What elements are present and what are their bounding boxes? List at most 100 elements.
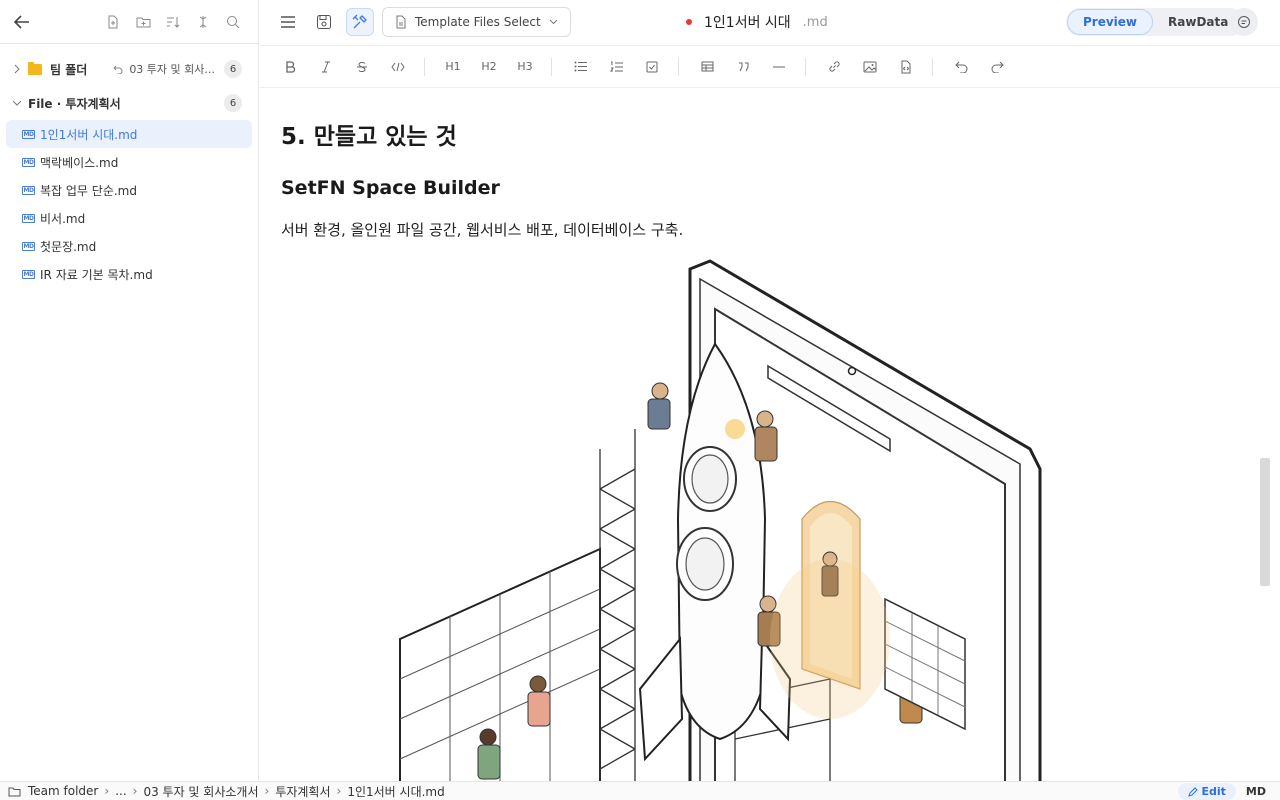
heading-2: SetFN Space Builder bbox=[281, 177, 500, 199]
rocket-illustration-image bbox=[399, 259, 1042, 781]
markdown-file-icon: MD bbox=[22, 241, 35, 251]
folder-outline-icon bbox=[8, 787, 21, 796]
format-toolbar: H1 H2 H3 bbox=[260, 45, 1280, 88]
template-select[interactable]: Template Files Select bbox=[382, 7, 571, 37]
link-button[interactable] bbox=[826, 59, 842, 75]
breadcrumb-item[interactable]: 투자계획서 bbox=[275, 783, 330, 800]
file-item[interactable]: MD 복잡 업무 단순.md bbox=[6, 176, 252, 204]
horizontal-rule-icon bbox=[773, 66, 785, 67]
menu-button[interactable] bbox=[274, 8, 302, 36]
breadcrumb-item[interactable]: Team folder bbox=[28, 784, 98, 798]
document-name: 1인1서버 시대 bbox=[704, 15, 791, 31]
sidebar-header bbox=[0, 0, 258, 44]
heading2-button[interactable]: H2 bbox=[481, 59, 497, 75]
new-folder-button[interactable] bbox=[134, 13, 152, 31]
italic-icon bbox=[322, 61, 330, 72]
horizontal-rule-button[interactable] bbox=[771, 59, 787, 75]
tree-group-investment-plan[interactable]: File · 투자계획서 6 bbox=[0, 86, 258, 120]
toolbar-separator bbox=[932, 57, 933, 76]
back-button[interactable] bbox=[12, 12, 32, 32]
file-label: 복잡 업무 단순.md bbox=[40, 183, 137, 198]
quote-icon bbox=[738, 62, 748, 71]
search-icon bbox=[227, 15, 240, 28]
new-file-icon bbox=[108, 15, 118, 28]
preview-tab[interactable]: Preview bbox=[1067, 9, 1154, 35]
breadcrumb-item[interactable]: 03 투자 및 회사소개서 bbox=[143, 783, 258, 800]
chat-button[interactable] bbox=[1230, 8, 1258, 36]
bullet-list-icon bbox=[574, 61, 587, 72]
bullet-list-button[interactable] bbox=[572, 59, 588, 75]
collapse-icon bbox=[199, 15, 207, 28]
undo-button[interactable] bbox=[953, 59, 969, 75]
markdown-file-icon: MD bbox=[22, 157, 35, 167]
heading3-button[interactable]: H3 bbox=[517, 59, 533, 75]
markdown-file-icon: MD bbox=[22, 185, 35, 195]
heading-1: 5. 만들고 있는 것 bbox=[281, 124, 457, 150]
checkbox-icon bbox=[646, 61, 658, 72]
save-button[interactable] bbox=[310, 8, 338, 36]
vertical-scrollbar[interactable] bbox=[1260, 458, 1270, 586]
chevron-right-icon: › bbox=[264, 784, 270, 798]
template-select-label: Template Files Select bbox=[415, 15, 541, 29]
undo-icon bbox=[954, 61, 967, 73]
file-item[interactable]: MD 맥락베이스.md bbox=[6, 148, 252, 176]
bold-icon bbox=[286, 60, 295, 73]
italic-button[interactable] bbox=[318, 59, 334, 75]
ordered-list-button[interactable] bbox=[608, 59, 624, 75]
chevron-down-icon bbox=[549, 19, 558, 25]
file-item[interactable]: MD IR 자료 기본 목차.md bbox=[6, 260, 252, 288]
sort-icon bbox=[167, 16, 180, 28]
document-preview[interactable]: 5. 만들고 있는 것 SetFN Space Builder 서버 환경, 올… bbox=[260, 89, 1270, 781]
markdown-file-icon: MD bbox=[22, 269, 35, 279]
file-label: 맥락베이스.md bbox=[40, 155, 119, 170]
image-button[interactable] bbox=[862, 59, 878, 75]
chevron-down-icon bbox=[10, 99, 24, 107]
hamburger-icon bbox=[281, 16, 295, 28]
task-list-button[interactable] bbox=[644, 59, 660, 75]
table-button[interactable] bbox=[699, 59, 715, 75]
tools-icon bbox=[352, 14, 367, 29]
count-badge: 6 bbox=[224, 94, 242, 112]
file-label: 첫문장.md bbox=[40, 239, 97, 254]
chevron-right-icon: › bbox=[132, 784, 138, 798]
breadcrumb-item[interactable]: 1인1서버 시대.md bbox=[347, 783, 444, 800]
file-label: 비서.md bbox=[40, 211, 86, 226]
strikethrough-icon bbox=[357, 61, 367, 72]
paragraph: 서버 환경, 올인원 파일 공간, 웹서비스 배포, 데이터베이스 구축. bbox=[281, 221, 684, 239]
heading1-button[interactable]: H1 bbox=[445, 59, 461, 75]
code-icon bbox=[391, 62, 405, 71]
tools-toggle-button[interactable] bbox=[346, 8, 374, 36]
markdown-file-icon: MD bbox=[22, 213, 35, 223]
link-icon bbox=[828, 61, 840, 72]
search-button[interactable] bbox=[224, 13, 242, 31]
file-item[interactable]: MD 첫문장.md bbox=[6, 232, 252, 260]
redo-button[interactable] bbox=[989, 59, 1005, 75]
file-item[interactable]: MD 1인1서버 시대.md bbox=[6, 120, 252, 148]
chat-icon bbox=[1238, 16, 1250, 28]
count-badge: 6 bbox=[224, 60, 242, 78]
strikethrough-button[interactable] bbox=[354, 59, 370, 75]
collapse-button[interactable] bbox=[194, 13, 212, 31]
toolbar-separator bbox=[424, 57, 425, 76]
inline-code-button[interactable] bbox=[390, 59, 406, 75]
file-format-label: MD bbox=[1245, 785, 1266, 798]
sort-button[interactable] bbox=[164, 13, 182, 31]
document-extension: .md bbox=[802, 14, 828, 30]
table-icon bbox=[701, 61, 713, 72]
breadcrumb-item[interactable]: ... bbox=[115, 784, 126, 798]
attachment-button[interactable] bbox=[898, 59, 914, 75]
file-item[interactable]: MD 비서.md bbox=[6, 204, 252, 232]
undo-path-icon bbox=[113, 65, 123, 74]
view-mode-toggle: Preview RawData bbox=[1066, 8, 1245, 36]
file-label: IR 자료 기본 목차.md bbox=[40, 267, 153, 282]
edit-mode-button[interactable]: Edit bbox=[1177, 783, 1236, 800]
file-code-icon bbox=[901, 60, 911, 73]
redo-icon bbox=[991, 61, 1004, 73]
toolbar-separator bbox=[805, 57, 806, 76]
pencil-icon bbox=[1187, 786, 1198, 797]
bold-button[interactable] bbox=[282, 59, 298, 75]
quote-button[interactable] bbox=[735, 59, 751, 75]
folder-icon bbox=[28, 61, 42, 75]
tree-group-team-folder[interactable]: 팀 폴더 03 투자 및 회사... 6 bbox=[0, 52, 258, 86]
new-file-button[interactable] bbox=[104, 13, 122, 31]
